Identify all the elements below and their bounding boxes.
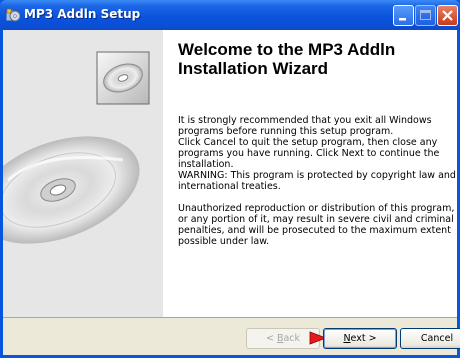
close-icon xyxy=(442,10,453,21)
window-title: MP3 Addln Setup xyxy=(24,7,141,21)
page-title: Welcome to the MP3 Addln Installation Wi… xyxy=(178,40,396,78)
maximize-icon xyxy=(420,10,431,20)
wizard-content: Welcome to the MP3 Addln Installation Wi… xyxy=(163,30,457,317)
close-button[interactable] xyxy=(437,5,458,26)
back-label-prefix: < xyxy=(265,333,277,344)
maximize-button xyxy=(415,5,436,26)
button-bar: < Back Next > Cancel xyxy=(3,317,460,355)
paragraph-exit-programs: It is strongly recommended that you exit… xyxy=(178,115,432,137)
title-bar[interactable]: MP3 Addln Setup xyxy=(0,0,460,30)
minimize-button[interactable] xyxy=(393,5,414,26)
paragraph-unauthorized: Unauthorized reproduction or distributio… xyxy=(178,203,455,247)
wizard-side-panel xyxy=(3,30,163,317)
paragraph-warning: WARNING: This program is protected by co… xyxy=(178,170,456,192)
next-label-key: N xyxy=(343,333,351,344)
cancel-button[interactable]: Cancel xyxy=(400,328,460,349)
setup-icon xyxy=(5,8,21,22)
minimize-icon xyxy=(399,18,406,21)
cd-disc-illustration xyxy=(3,51,150,244)
next-button[interactable]: Next > xyxy=(323,328,397,349)
paragraph-cancel-next: Click Cancel to quit the setup program, … xyxy=(178,137,440,170)
wizard-client-area: Welcome to the MP3 Addln Installation Wi… xyxy=(3,30,460,355)
setup-window: MP3 Addln Setup Welcome to the MP3 Addln… xyxy=(0,0,460,358)
wizard-body: It is strongly recommended that you exit… xyxy=(178,115,458,247)
next-label-rest: ext > xyxy=(350,333,377,344)
back-label-rest: ack xyxy=(283,333,301,344)
